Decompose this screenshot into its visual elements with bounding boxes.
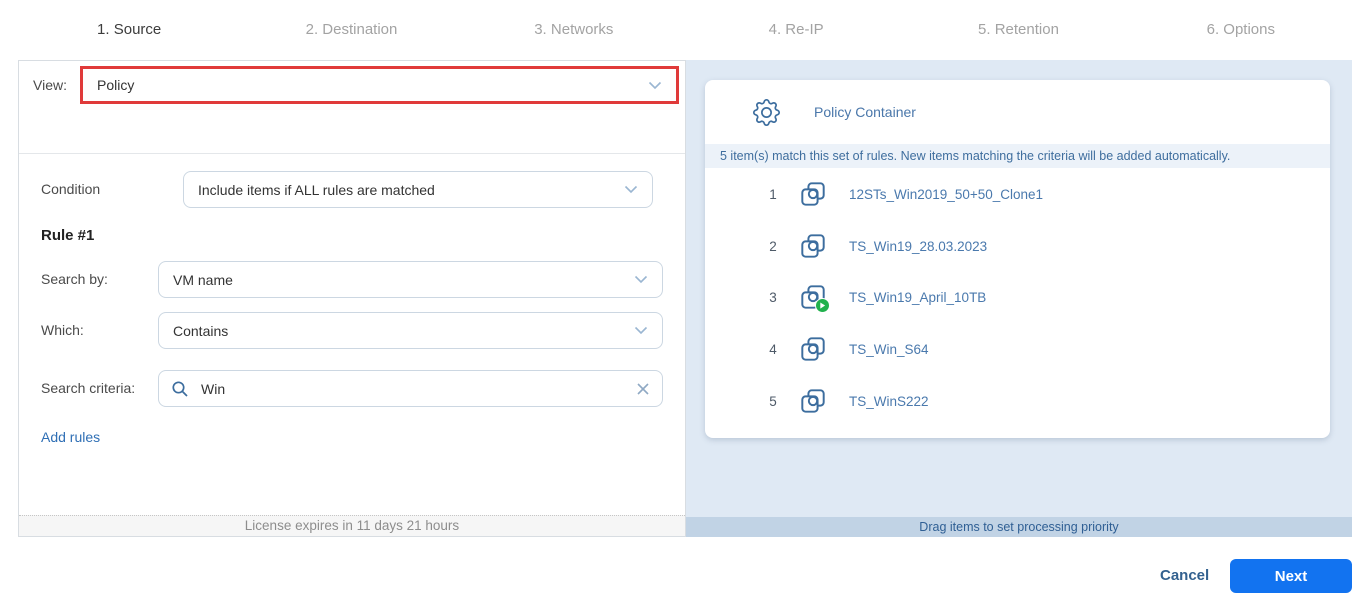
next-button[interactable]: Next — [1230, 559, 1352, 593]
search-icon — [171, 380, 189, 398]
wizard-step-bar: 1. Source2. Destination3. Networks4. Re-… — [18, 0, 1352, 58]
view-dropdown[interactable]: Policy — [83, 69, 676, 101]
condition-dropdown-value: Include items if ALL rules are matched — [198, 182, 435, 198]
vm-list-item[interactable]: 5 TS_WinS222 — [705, 375, 1330, 427]
job-wizard: 1. Source2. Destination3. Networks4. Re-… — [0, 0, 1370, 612]
vm-item-index: 3 — [765, 290, 781, 305]
vm-list-item[interactable]: 1 12STs_Win2019_50+50_Clone1 — [705, 169, 1330, 221]
policy-container-card: Policy Container 5 item(s) match this se… — [705, 80, 1330, 438]
vm-list-item[interactable]: 3 TS_Win19_April_10TB — [705, 272, 1330, 324]
policy-container-panel: Policy Container 5 item(s) match this se… — [686, 60, 1352, 537]
vm-icon — [801, 337, 826, 362]
condition-dropdown[interactable]: Include items if ALL rules are matched — [183, 171, 653, 208]
search-by-dropdown-value: VM name — [173, 272, 233, 288]
chevron-down-icon — [634, 275, 648, 284]
search-by-label: Search by: — [41, 271, 108, 287]
view-dropdown-value: Policy — [97, 77, 134, 93]
wizard-step-6[interactable]: 6. Options — [1130, 0, 1352, 58]
rule-title: Rule #1 — [41, 227, 94, 244]
search-criteria-input[interactable] — [199, 380, 636, 398]
which-label: Which: — [41, 322, 84, 338]
chevron-down-icon — [648, 81, 662, 90]
view-row: View: Policy — [19, 61, 685, 154]
which-dropdown[interactable]: Contains — [158, 312, 663, 349]
vm-item-name[interactable]: TS_WinS222 — [849, 394, 929, 409]
license-status: License expires in 11 days 21 hours — [19, 515, 685, 536]
source-rules-panel: View: Policy Condition Include items if … — [18, 60, 686, 537]
vm-list-item[interactable]: 4 TS_Win_S64 — [705, 324, 1330, 376]
wizard-step-3[interactable]: 3. Networks — [463, 0, 685, 58]
wizard-step-1[interactable]: 1. Source — [18, 0, 240, 58]
vm-list: 1 12STs_Win2019_50+50_Clone1 2 TS — [705, 169, 1330, 427]
search-criteria-label: Search criteria: — [41, 380, 135, 396]
wizard-step-2[interactable]: 2. Destination — [240, 0, 462, 58]
vm-item-name[interactable]: TS_Win_S64 — [849, 342, 929, 357]
vm-item-index: 2 — [765, 239, 781, 254]
running-badge-icon — [815, 298, 830, 313]
vm-item-name[interactable]: TS_Win19_April_10TB — [849, 290, 986, 305]
wizard-step-5[interactable]: 5. Retention — [907, 0, 1129, 58]
add-rules-link[interactable]: Add rules — [41, 429, 100, 445]
chevron-down-icon — [634, 326, 648, 335]
match-info: 5 item(s) match this set of rules. New i… — [705, 144, 1330, 168]
vm-icon — [801, 182, 826, 207]
condition-label: Condition — [41, 181, 100, 197]
vm-icon — [801, 389, 826, 414]
view-dropdown-highlight: Policy — [80, 66, 679, 104]
vm-item-index: 4 — [765, 342, 781, 357]
cancel-button[interactable]: Cancel — [1160, 567, 1209, 584]
drag-priority-hint: Drag items to set processing priority — [686, 517, 1352, 537]
vm-item-index: 5 — [765, 394, 781, 409]
vm-item-index: 1 — [765, 187, 781, 202]
vm-icon — [801, 234, 826, 259]
gear-icon — [753, 99, 780, 126]
view-label: View: — [33, 77, 67, 93]
wizard-step-4[interactable]: 4. Re-IP — [685, 0, 907, 58]
search-criteria-field — [158, 370, 663, 407]
search-by-dropdown[interactable]: VM name — [158, 261, 663, 298]
policy-container-title: Policy Container — [814, 104, 916, 120]
policy-container-header: Policy Container — [705, 80, 1330, 144]
which-dropdown-value: Contains — [173, 323, 228, 339]
vm-item-name[interactable]: 12STs_Win2019_50+50_Clone1 — [849, 187, 1043, 202]
vm-list-item[interactable]: 2 TS_Win19_28.03.2023 — [705, 221, 1330, 273]
vm-icon — [801, 285, 826, 310]
vm-item-name[interactable]: TS_Win19_28.03.2023 — [849, 239, 987, 254]
chevron-down-icon — [624, 185, 638, 194]
clear-search-icon[interactable] — [636, 382, 650, 396]
